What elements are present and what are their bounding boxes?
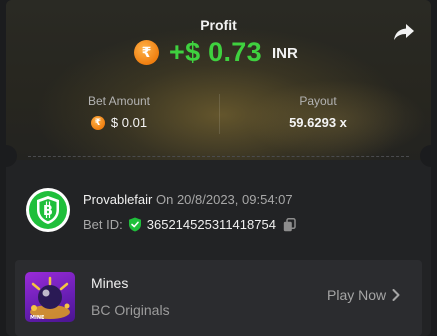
bet-amount-value: $ 0.01 [110,115,148,130]
inr-coin-icon: ₹ [134,39,159,65]
bet-date: On 20/8/2023, 09:54:07 [156,192,293,207]
game-row[interactable]: MINE Mines BC Originals Play Now [15,260,422,336]
provablefair-name[interactable]: Provablefair [83,192,152,207]
bet-id-row: Bet ID: 365214525311418754 [83,217,296,232]
profit-row: ₹ +$ 0.73 INR [134,36,298,68]
game-name: Mines [91,275,129,291]
payout-value: 59.6293 x [289,115,347,130]
profit-amount: +$ 0.73 [169,36,262,67]
mines-thumb-label: MINE [30,315,45,321]
svg-text:B: B [43,204,53,219]
provablefair-shield-icon: B [29,191,67,229]
play-now-label: Play Now [327,287,387,303]
payout-stat: Payout 59.6293 x [218,94,418,130]
provablefair-info: Provablefair On 20/8/2023, 09:54:07 [83,192,293,207]
mines-artwork-icon: MINE [30,276,70,321]
bet-amount-value-row: ₹ $ 0.01 [19,115,219,130]
verified-shield-icon [128,217,141,232]
inr-coin-icon: ₹ [90,115,105,130]
bet-amount-stat: Bet Amount ₹ $ 0.01 [19,94,219,130]
profit-currency: INR [271,45,298,62]
ticket-notch-right [420,145,431,167]
provablefair-logo: B [26,188,70,232]
share-icon[interactable] [393,22,415,42]
profit-label: Profit [200,17,237,33]
bet-id-value: 365214525311418754 [146,217,276,232]
dashed-divider [28,156,409,157]
bet-amount-label: Bet Amount [87,94,151,108]
payout-label: Payout [299,94,337,108]
chevron-right-icon [392,289,400,301]
mines-game-thumbnail[interactable]: MINE [25,272,75,322]
copy-icon[interactable] [283,217,296,232]
bet-details-card: Profit ₹ +$ 0.73 INR Bet Amount ₹ $ 0.01… [6,0,431,336]
bet-id-label: Bet ID: [83,217,123,232]
game-subtitle: BC Originals [91,302,170,318]
play-now-button[interactable]: Play Now [327,287,400,303]
